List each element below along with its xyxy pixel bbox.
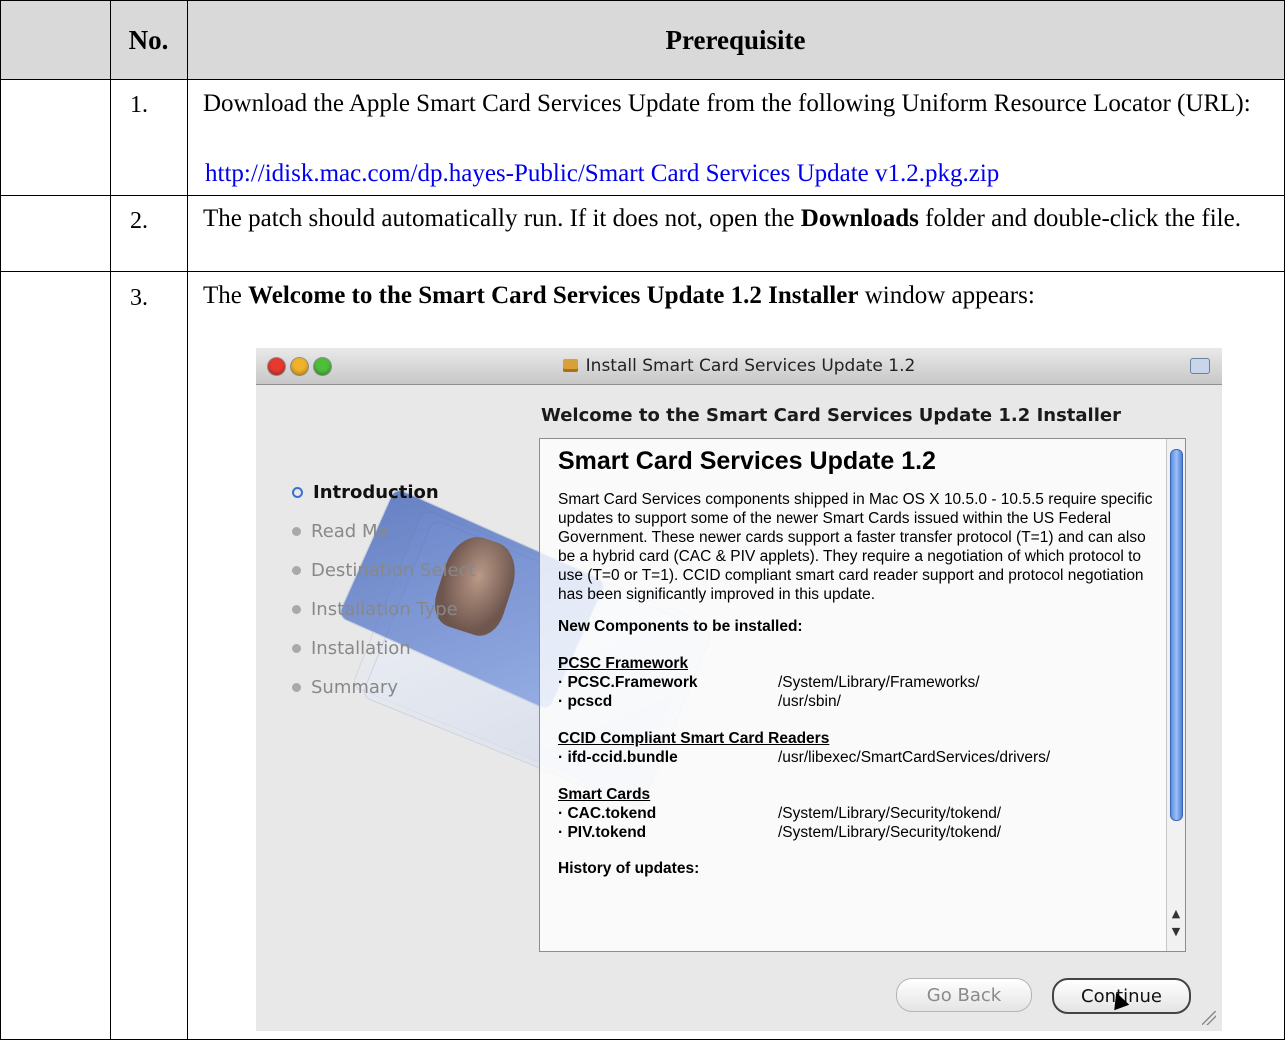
window-titlebar[interactable]: Install Smart Card Services Update 1.2 — [256, 348, 1222, 385]
header-no: No. — [128, 24, 169, 55]
group-heading: PCSC Framework — [558, 655, 689, 672]
step-bullet-icon — [292, 605, 301, 614]
row-text: The patch should automatically run. If i… — [203, 205, 1241, 232]
table-border — [110, 0, 111, 1040]
step-bullet-icon — [292, 683, 301, 692]
welcome-heading: Welcome to the Smart Card Services Updat… — [541, 405, 1121, 426]
group-heading: CCID Compliant Smart Card Readers — [558, 730, 830, 747]
header-prerequisite: Prerequisite — [665, 24, 806, 55]
active-step-icon — [292, 487, 303, 498]
content-description: Smart Card Services components shipped i… — [558, 491, 1153, 603]
package-icon — [562, 359, 578, 372]
step-summary: Summary — [292, 668, 476, 707]
step-destination-select: Destination Select — [292, 551, 476, 590]
content-title: Smart Card Services Update 1.2 — [558, 447, 936, 475]
scroll-up-arrow-icon[interactable]: ▲ — [1169, 907, 1183, 921]
go-back-button[interactable]: Go Back — [896, 978, 1032, 1012]
component-group: Smart Cards · CAC.tokend/System/Library/… — [558, 785, 1158, 842]
component-group: CCID Compliant Smart Card Readers · ifd-… — [558, 729, 1158, 767]
row-number: 3. — [130, 285, 148, 311]
table-border — [0, 0, 1, 1040]
download-link[interactable]: http://idisk.mac.com/dp.hayes-Public/Sma… — [205, 160, 999, 188]
step-bullet-icon — [292, 566, 301, 575]
row-number: 1. — [130, 92, 148, 118]
step-introduction: Introduction — [292, 473, 476, 512]
step-installation-type: Installation Type — [292, 590, 476, 629]
table-border — [187, 0, 188, 1040]
list-item: · ifd-ccid.bundle/usr/libexec/SmartCardS… — [558, 749, 1051, 766]
installer-steps: Introduction Read Me Destination Select … — [292, 473, 476, 707]
row-text: The Welcome to the Smart Card Services U… — [203, 282, 1035, 309]
list-item: · CAC.tokend/System/Library/Security/tok… — [558, 805, 1002, 822]
resize-grip-icon[interactable] — [1202, 1011, 1216, 1025]
table-border — [0, 195, 1285, 196]
introduction-content-pane[interactable]: Smart Card Services Update 1.2 Smart Car… — [539, 438, 1186, 952]
table-border — [0, 271, 1285, 272]
component-group: PCSC Framework · PCSC.Framework/System/L… — [558, 654, 1158, 711]
scroll-down-arrow-icon[interactable]: ▼ — [1169, 925, 1183, 939]
step-bullet-icon — [292, 527, 301, 536]
step-bullet-icon — [292, 644, 301, 653]
components-heading: New Components to be installed: — [558, 618, 803, 635]
list-item: · PCSC.Framework/System/Library/Framewor… — [558, 674, 980, 691]
toolbar-toggle-icon[interactable] — [1190, 358, 1210, 374]
vertical-scrollbar[interactable]: ▲ ▼ — [1166, 439, 1185, 951]
step-read-me: Read Me — [292, 512, 476, 551]
history-heading: History of updates: — [558, 860, 700, 877]
row-text: Download the Apple Smart Card Services U… — [203, 90, 1251, 117]
installer-window: Install Smart Card Services Update 1.2 W… — [256, 348, 1222, 1031]
row-number: 2. — [130, 208, 148, 234]
list-item: · pcscd/usr/sbin/ — [558, 693, 841, 710]
step-installation: Installation — [292, 629, 476, 668]
scroll-thumb[interactable] — [1170, 449, 1183, 821]
group-heading: Smart Cards — [558, 786, 651, 803]
list-item: · PIV.tokend/System/Library/Security/tok… — [558, 824, 1002, 841]
window-title: Install Smart Card Services Update 1.2 — [256, 356, 1222, 376]
